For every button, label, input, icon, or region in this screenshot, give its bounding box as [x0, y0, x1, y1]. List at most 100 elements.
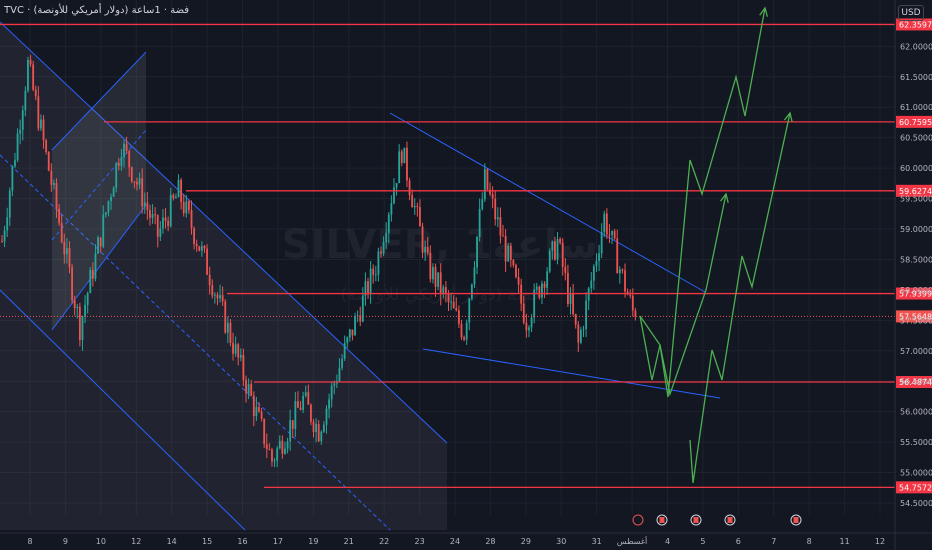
candle-body	[317, 423, 320, 442]
candle-body	[559, 239, 562, 243]
candle-body	[252, 395, 255, 417]
price-chart[interactable]: SILVER, 1ساعة (دولار أمريكي للأونصة) فضة…	[0, 0, 932, 550]
candle-body	[616, 238, 619, 274]
time-tick-label: 7	[771, 537, 776, 546]
price-tick-label: 54.5000	[900, 499, 932, 508]
candle-body	[564, 266, 567, 273]
candle-body	[600, 232, 603, 254]
time-tick-label: أغسطس	[617, 536, 647, 546]
candle-body	[86, 293, 89, 305]
time-tick-label: 6	[736, 537, 741, 546]
time-tick-label: 12	[131, 537, 141, 546]
price-tick-label: 58.5000	[900, 255, 932, 264]
candle-body	[341, 358, 343, 368]
time-tick-label: 28	[485, 537, 495, 546]
candle-body	[3, 230, 6, 242]
time-tick-label: 11	[839, 537, 849, 546]
candle-body	[32, 64, 35, 90]
candle-body	[42, 119, 45, 141]
candle-body	[611, 230, 613, 235]
candle-body	[110, 196, 112, 202]
candle-body	[89, 269, 92, 294]
time-tick-label: 5	[700, 537, 705, 546]
candle-body	[411, 195, 414, 208]
watermark-symbol: SILVER, 1ساعة	[282, 222, 598, 268]
candle-body	[333, 383, 336, 386]
candle-body	[169, 195, 172, 227]
candle-body	[143, 202, 146, 207]
candle-body	[546, 271, 549, 288]
candle-body	[138, 178, 141, 185]
candle-body	[304, 392, 307, 396]
candle-body	[216, 294, 219, 299]
candle-body	[569, 294, 572, 304]
candle-body	[483, 169, 486, 200]
candle-body	[408, 180, 411, 196]
price-tick-label: 62.0000	[900, 42, 932, 51]
candle-body	[424, 246, 427, 253]
candle-body	[156, 215, 159, 237]
event-marker-icon	[632, 514, 644, 526]
candle-body	[330, 385, 333, 400]
candle-body	[281, 440, 284, 454]
time-tick-label: 31	[592, 537, 602, 546]
candle-body	[40, 119, 42, 129]
price-tick-label: 60.5000	[900, 134, 932, 143]
time-tick-label: 21	[344, 537, 354, 546]
candle-body	[502, 235, 504, 237]
time-tick-label: 9	[63, 537, 68, 546]
candle-body	[621, 269, 624, 271]
candle-body	[60, 223, 63, 243]
candle-body	[631, 295, 634, 311]
price-tick-label: 57.5000	[900, 316, 932, 325]
candle-body	[263, 418, 266, 445]
candle-body	[400, 151, 403, 164]
candle-body	[460, 323, 463, 338]
candle-body	[551, 241, 554, 251]
candle-body	[149, 210, 151, 218]
candle-body	[624, 270, 626, 292]
price-level-label: 62.3597	[899, 20, 932, 29]
candle-body	[590, 280, 593, 289]
candle-body	[499, 217, 502, 236]
candle-body	[68, 248, 71, 268]
candle-body	[185, 201, 188, 214]
price-tick-label: 56.0000	[900, 408, 932, 417]
candle-body	[187, 201, 190, 211]
candle-body	[81, 316, 84, 340]
candle-body	[525, 322, 528, 331]
price-tick-label: 55.0000	[900, 469, 932, 478]
candle-body	[476, 237, 478, 268]
candle-body	[367, 281, 369, 295]
candle-body	[198, 246, 201, 251]
candle-body	[130, 167, 133, 182]
time-tick-label: 17	[273, 537, 283, 546]
candle-body	[234, 344, 237, 354]
candle-body	[608, 234, 611, 236]
candle-body	[577, 324, 580, 343]
candle-body	[530, 317, 533, 328]
candle-body	[465, 322, 468, 340]
candle-body	[387, 214, 390, 233]
candle-body	[403, 147, 406, 164]
candle-body	[159, 228, 162, 237]
price-tick-label: 56.5000	[900, 377, 932, 386]
price-level-label: 54.7572	[899, 483, 932, 492]
candle-body	[554, 241, 556, 260]
candle-body	[229, 322, 232, 343]
event-flag-icon	[727, 517, 733, 523]
candle-body	[567, 272, 569, 304]
time-tick-label: 15	[202, 537, 212, 546]
candle-body	[154, 214, 157, 216]
candle-body	[53, 183, 55, 185]
candle-body	[120, 157, 123, 166]
candle-body	[517, 277, 520, 285]
candle-body	[172, 195, 175, 199]
candle-body	[556, 239, 559, 260]
time-tick-label: 10	[96, 537, 106, 546]
currency-button[interactable]: USD	[898, 5, 924, 21]
candle-body	[213, 294, 216, 296]
candle-body	[348, 329, 351, 338]
candle-body	[473, 267, 476, 285]
candle-body	[541, 283, 543, 298]
